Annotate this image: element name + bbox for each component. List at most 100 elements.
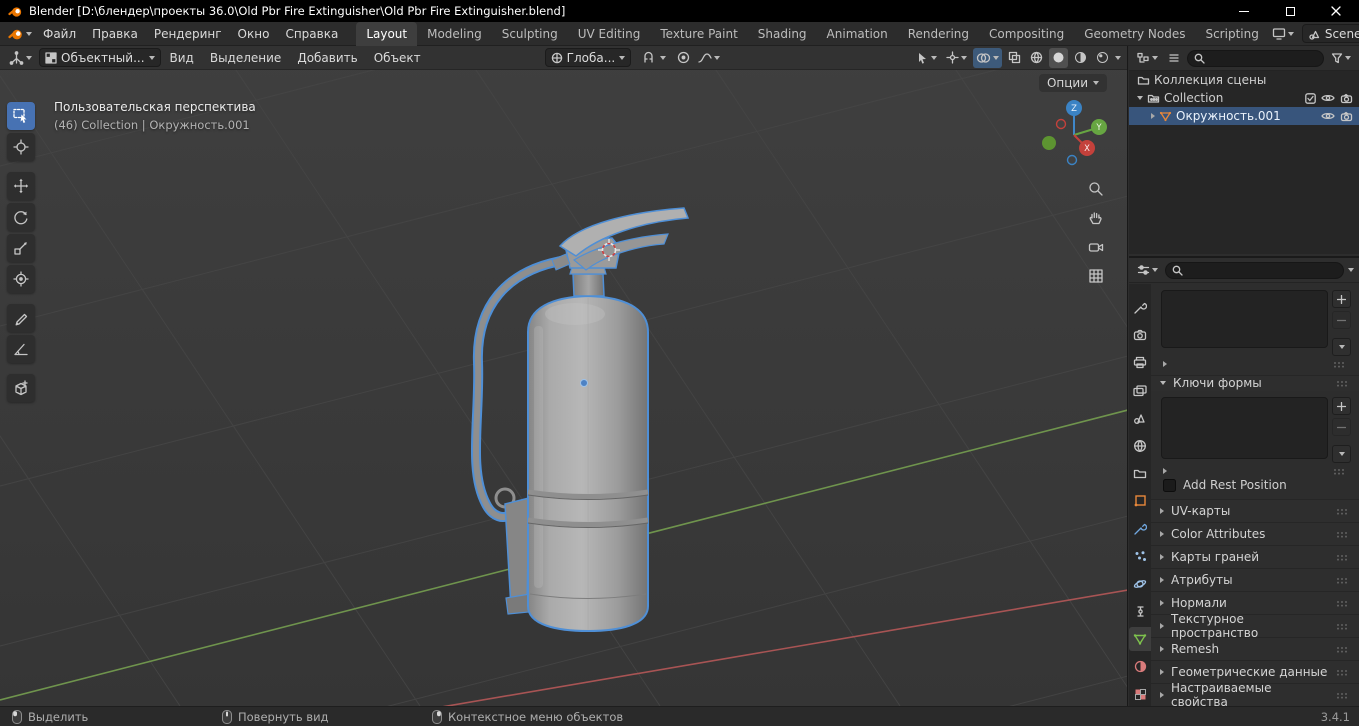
scene-browse-button[interactable] [1269, 24, 1297, 44]
zoom-icon[interactable] [1085, 178, 1107, 200]
tab-view-layer[interactable] [1129, 379, 1151, 403]
outliner-editor-type-button[interactable] [1134, 48, 1161, 68]
workspace-tab-shading[interactable]: Shading [748, 22, 817, 46]
tab-object[interactable] [1129, 489, 1151, 513]
object-visibility-dropdown[interactable] [913, 48, 940, 68]
tab-constraints[interactable] [1129, 600, 1151, 624]
snap-magnet-button[interactable] [639, 48, 658, 68]
transform-orientation-dropdown[interactable]: Глоба... [544, 48, 632, 67]
shape-keys-panel-header[interactable]: Ключи формы [1151, 374, 1359, 391]
gizmo-minus-z-axis[interactable] [1066, 154, 1078, 166]
tab-tool[interactable] [1129, 296, 1151, 320]
ortho-toggle-icon[interactable] [1085, 265, 1107, 287]
shading-material-button[interactable] [1071, 48, 1090, 68]
hide-eye-icon[interactable] [1321, 93, 1335, 103]
outliner-row-scene-collection[interactable]: Коллекция сцены [1129, 71, 1359, 89]
menu-edit[interactable]: Правка [84, 22, 146, 46]
select-menu[interactable]: Выделение [203, 46, 288, 70]
tab-scene[interactable] [1129, 406, 1151, 430]
tab-material[interactable] [1129, 655, 1151, 679]
workspace-tab-animation[interactable]: Animation [817, 22, 898, 46]
workspace-tab-modeling[interactable]: Modeling [417, 22, 492, 46]
gizmos-dropdown[interactable] [943, 48, 970, 68]
tool-cursor[interactable] [7, 133, 35, 161]
add-rest-position-checkbox[interactable] [1163, 478, 1176, 492]
panel-custom-properties[interactable]: Настраиваемые свойства [1151, 681, 1359, 706]
add-item-button[interactable] [1332, 290, 1351, 308]
shading-rendered-button[interactable] [1093, 48, 1112, 68]
list-subpanel-row[interactable] [1151, 465, 1359, 478]
xray-toggle[interactable] [1005, 48, 1024, 68]
workspace-tab-compositing[interactable]: Compositing [979, 22, 1074, 46]
options-popover-button[interactable]: Опции [1038, 74, 1107, 92]
tool-add-cube[interactable] [7, 374, 35, 402]
tab-physics[interactable] [1129, 572, 1151, 596]
outliner-display-mode-button[interactable] [1165, 48, 1183, 68]
mode-dropdown[interactable]: Объектный... [39, 48, 161, 67]
tab-object-data[interactable] [1129, 627, 1151, 651]
close-button[interactable] [1313, 0, 1359, 22]
panel-attributes[interactable]: Атрибуты [1151, 568, 1359, 591]
shading-solid-button[interactable] [1049, 47, 1068, 68]
tool-scale[interactable] [7, 234, 35, 262]
workspace-tab-texture-paint[interactable]: Texture Paint [650, 22, 747, 46]
snap-dropdown-chevron[interactable] [660, 55, 667, 60]
outliner-search-input[interactable] [1187, 49, 1324, 67]
panel-face-maps[interactable]: Карты граней [1151, 545, 1359, 568]
hide-eye-icon[interactable] [1321, 111, 1335, 121]
tab-texture[interactable] [1129, 682, 1151, 706]
panel-color-attributes[interactable]: Color Attributes [1151, 522, 1359, 545]
tab-particles[interactable] [1129, 544, 1151, 568]
object-menu[interactable]: Объект [367, 46, 428, 70]
navigation-gizmo[interactable]: Z Y X [1035, 96, 1113, 174]
minimize-button[interactable] [1221, 0, 1267, 22]
camera-view-icon[interactable] [1085, 236, 1107, 258]
add-shape-key-button[interactable] [1332, 397, 1351, 415]
properties-editor-type-button[interactable] [1134, 260, 1161, 280]
tab-world[interactable] [1129, 434, 1151, 458]
shape-keys-list[interactable] [1161, 397, 1328, 459]
outliner-row-circle-object[interactable]: Окружность.001 [1129, 107, 1359, 125]
vertex-groups-list[interactable] [1161, 290, 1328, 348]
workspace-tab-uv-editing[interactable]: UV Editing [568, 22, 651, 46]
specials-menu-button[interactable] [1332, 338, 1351, 356]
shading-wireframe-button[interactable] [1027, 48, 1046, 68]
tool-measure[interactable] [7, 335, 35, 363]
view-menu[interactable]: Вид [163, 46, 201, 70]
render-camera-icon[interactable] [1340, 93, 1353, 104]
proportional-falloff-button[interactable] [695, 48, 723, 68]
properties-options-chevron[interactable] [1348, 268, 1354, 272]
scene-canvas[interactable] [0, 46, 1128, 706]
viewport-3d[interactable]: Объектный... Вид Выделение Добавить Объе… [0, 46, 1128, 706]
tool-rotate[interactable] [7, 203, 35, 231]
gizmo-minus-x-axis[interactable] [1055, 118, 1067, 130]
exclude-checkbox-icon[interactable] [1305, 92, 1316, 104]
workspace-tab-rendering[interactable]: Rendering [898, 22, 979, 46]
shape-key-specials-button[interactable] [1332, 445, 1351, 463]
fire-extinguisher-object[interactable] [470, 207, 690, 632]
remove-item-button[interactable] [1332, 311, 1351, 329]
tab-collection[interactable] [1129, 462, 1151, 486]
remove-shape-key-button[interactable] [1332, 418, 1351, 436]
render-camera-icon[interactable] [1340, 111, 1353, 122]
blender-menu-icon[interactable] [5, 24, 35, 44]
properties-search-input[interactable] [1165, 261, 1344, 279]
workspace-tab-scripting[interactable]: Scripting [1195, 22, 1268, 46]
add-menu[interactable]: Добавить [290, 46, 364, 70]
overlays-toggle[interactable] [973, 47, 1002, 68]
collapse-chevron[interactable] [1137, 96, 1143, 100]
panel-normals[interactable]: Нормали [1151, 591, 1359, 614]
menu-window[interactable]: Окно [230, 22, 278, 46]
workspace-tab-geometry-nodes[interactable]: Geometry Nodes [1074, 22, 1195, 46]
tool-annotate[interactable] [7, 304, 35, 332]
menu-file[interactable]: Файл [35, 22, 84, 46]
tab-modifiers[interactable] [1129, 517, 1151, 541]
gizmo-minus-y-axis[interactable] [1042, 136, 1056, 150]
panel-remesh[interactable]: Remesh [1151, 637, 1359, 660]
editor-type-button[interactable] [6, 48, 35, 68]
outliner-row-collection[interactable]: Collection [1129, 89, 1359, 107]
expand-chevron[interactable] [1151, 113, 1155, 119]
tool-select-box[interactable] [7, 102, 35, 130]
panel-geometry-data[interactable]: Геометрические данные [1151, 660, 1359, 683]
outliner-filter-button[interactable] [1328, 48, 1354, 68]
